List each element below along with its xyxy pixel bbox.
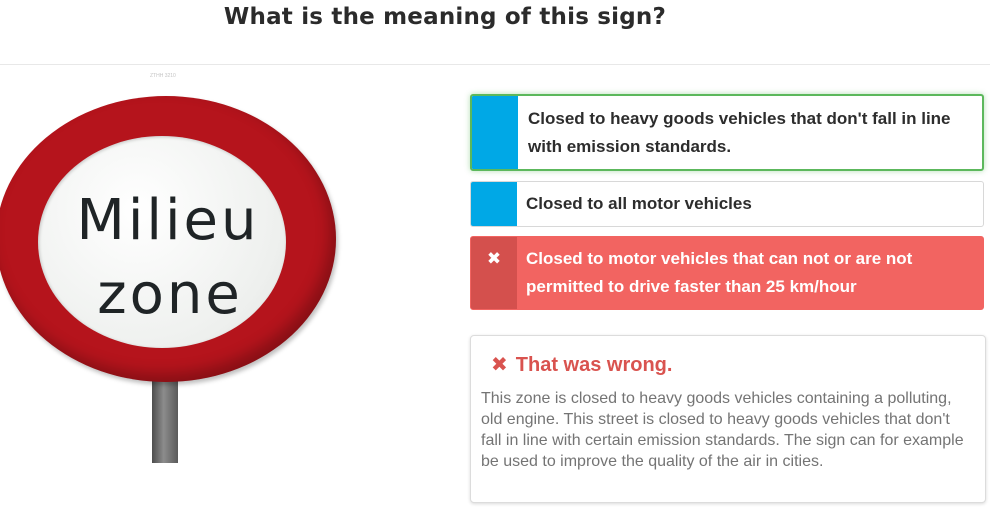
sign-text-line1: Milieu <box>76 188 260 253</box>
answer-option-1[interactable]: Closed to heavy goods vehicles that don'… <box>470 94 984 171</box>
quiz-page: What is the meaning of this sign? ZTHH 3… <box>0 0 990 509</box>
answer-label: Closed to motor vehicles that can not or… <box>526 249 913 296</box>
answer-marker <box>472 96 518 169</box>
sign-text-line2: zone <box>97 262 243 327</box>
feedback-heading-text: That was wrong. <box>515 354 673 376</box>
answer-option-3[interactable]: ✖ Closed to motor vehicles that can not … <box>470 236 984 310</box>
answer-label: Closed to heavy goods vehicles that don'… <box>528 108 951 156</box>
feedback-explanation: This zone is closed to heavy goods vehic… <box>481 390 964 470</box>
wrong-x-icon: ✖ <box>471 237 517 309</box>
image-caption: ZTHH 3210 <box>150 73 176 79</box>
answer-option-2[interactable]: Closed to all motor vehicles <box>470 181 984 227</box>
sign-image: Milieu zone <box>0 90 340 470</box>
question-title: What is the meaning of this sign? <box>223 4 667 30</box>
answer-marker <box>471 182 517 226</box>
feedback-heading: ✖ That was wrong. <box>491 352 672 377</box>
answer-label: Closed to all motor vehicles <box>526 194 752 213</box>
header-divider <box>0 64 990 65</box>
feedback-panel: ✖ That was wrong. This zone is closed to … <box>470 335 986 503</box>
wrong-x-icon: ✖ <box>491 354 508 376</box>
